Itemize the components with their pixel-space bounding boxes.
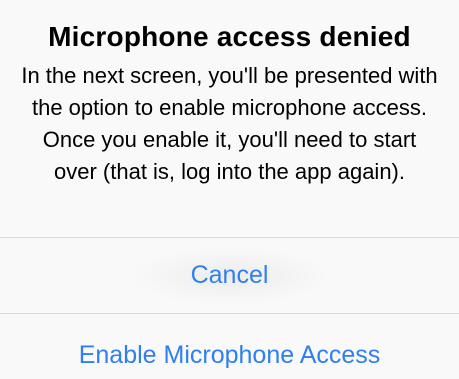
cancel-button[interactable]: Cancel xyxy=(0,238,459,313)
alert-message: In the next screen, you'll be presented … xyxy=(21,63,438,184)
alert-content: Microphone access denied In the next scr… xyxy=(0,0,459,237)
alert-title: Microphone access denied xyxy=(48,21,411,52)
enable-microphone-access-button[interactable]: Enable Microphone Access xyxy=(0,314,459,379)
alert-dialog: Microphone access denied In the next scr… xyxy=(0,0,459,379)
